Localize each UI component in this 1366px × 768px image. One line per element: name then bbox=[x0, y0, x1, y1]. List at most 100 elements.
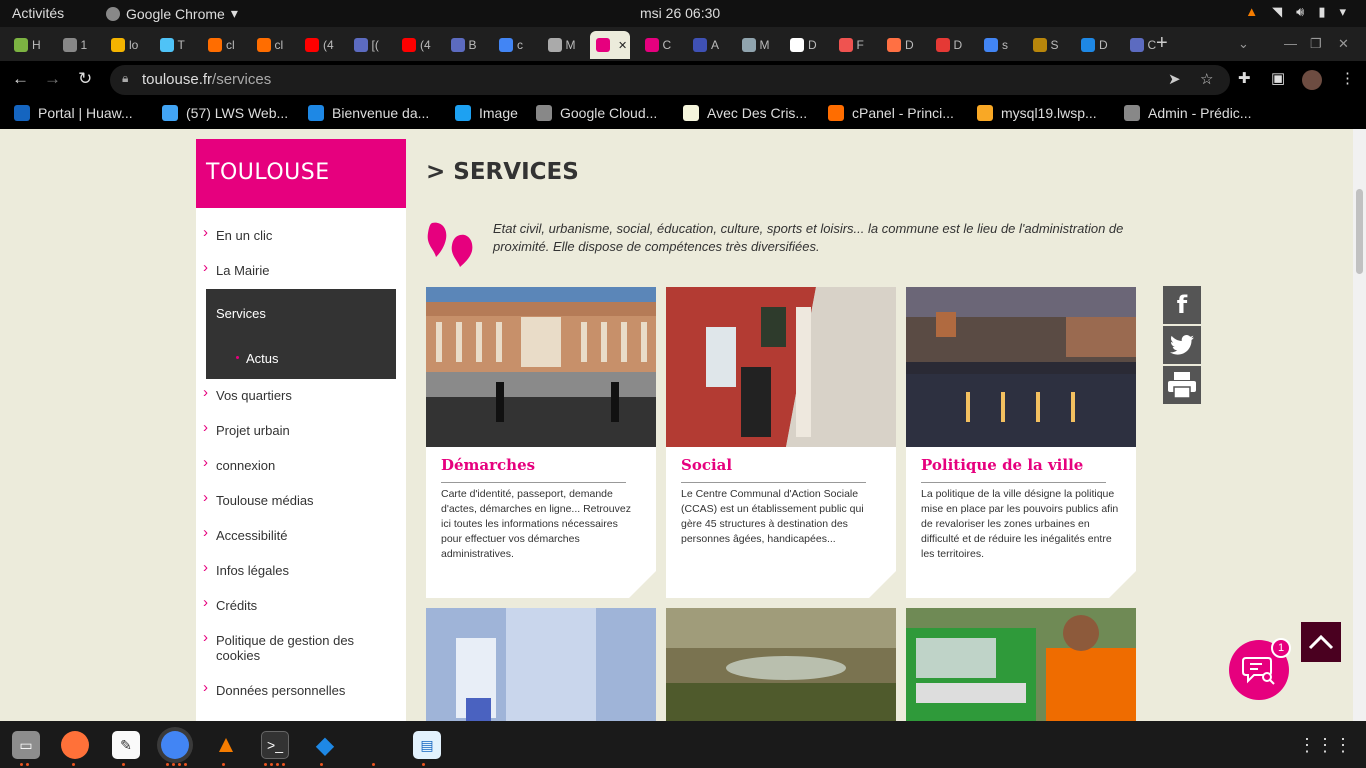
tab[interactable]: C bbox=[639, 31, 683, 59]
tab[interactable]: D bbox=[784, 31, 828, 59]
show-apps-icon[interactable]: ⋮⋮⋮ bbox=[1298, 735, 1352, 756]
bookmark-item[interactable]: mysql19.lwsp... bbox=[977, 105, 1097, 121]
tab[interactable]: T bbox=[154, 31, 198, 59]
chrome-icon[interactable] bbox=[161, 731, 189, 759]
bookmark-item[interactable]: Avec Des Cris... bbox=[683, 105, 807, 121]
service-card-photo-proprete[interactable] bbox=[906, 608, 1136, 721]
facebook-share-button[interactable]: f bbox=[1163, 286, 1201, 324]
vscode-icon[interactable]: ◆ bbox=[311, 731, 339, 759]
chat-widget-button[interactable]: 1 bbox=[1229, 638, 1291, 700]
tab[interactable]: M bbox=[736, 31, 780, 59]
lock-icon[interactable]: 🔒︎ bbox=[122, 71, 128, 86]
tab[interactable]: 1 bbox=[57, 31, 101, 59]
menu-item[interactable]: connexion bbox=[203, 454, 386, 473]
print-button[interactable] bbox=[1163, 366, 1201, 404]
menu-item[interactable]: La Mairie bbox=[203, 259, 386, 278]
page-scrollbar[interactable] bbox=[1353, 129, 1366, 721]
twitter-share-button[interactable] bbox=[1163, 326, 1201, 364]
service-card-politique-ville[interactable]: Politique de la ville La politique de la… bbox=[906, 287, 1136, 598]
forward-icon[interactable]: → bbox=[44, 69, 61, 89]
tab[interactable]: H bbox=[8, 31, 52, 59]
extensions-icon[interactable]: ✚ bbox=[1238, 69, 1251, 87]
tab[interactable]: M bbox=[542, 31, 586, 59]
avatar[interactable] bbox=[1302, 70, 1322, 90]
scrollbar-thumb[interactable] bbox=[1356, 189, 1363, 274]
tab[interactable]: (4 bbox=[299, 31, 343, 59]
firefox-icon[interactable] bbox=[61, 731, 89, 759]
bookmark-item[interactable]: cPanel - Princi... bbox=[828, 105, 954, 121]
service-card-photo-nature[interactable] bbox=[666, 608, 896, 721]
menu-item[interactable]: Accessibilité bbox=[203, 524, 386, 543]
clock[interactable]: msi 26 06:30 bbox=[640, 5, 720, 21]
tab[interactable]: D bbox=[1075, 31, 1119, 59]
reload-icon[interactable]: ↻ bbox=[78, 69, 92, 89]
volume-icon[interactable]: 🔊︎ bbox=[1296, 4, 1304, 20]
service-card-demarches[interactable]: Démarches Carte d'identité, passeport, d… bbox=[426, 287, 656, 598]
tab-active[interactable]: ✕ bbox=[590, 31, 630, 59]
maximize-icon[interactable]: ❐ bbox=[1310, 36, 1322, 52]
menu-item[interactable]: En un clic bbox=[203, 224, 386, 243]
tab[interactable]: cl bbox=[202, 31, 246, 59]
new-tab-button[interactable]: + bbox=[1156, 32, 1168, 55]
document-viewer-icon[interactable]: ▤ bbox=[413, 731, 441, 759]
card-title[interactable]: Démarches bbox=[441, 456, 535, 474]
address-bar[interactable]: 🔒︎ toulouse.fr/services ➤ ☆ bbox=[110, 65, 1230, 95]
tab[interactable]: D bbox=[930, 31, 974, 59]
tab[interactable]: S bbox=[1027, 31, 1071, 59]
tab[interactable]: F bbox=[833, 31, 877, 59]
send-icon[interactable]: ➤ bbox=[1168, 70, 1181, 88]
battery-icon[interactable]: ▮ bbox=[1318, 4, 1325, 20]
vlc-tray-icon[interactable]: ▲ bbox=[1245, 4, 1258, 20]
tab-close-icon[interactable]: ✕ bbox=[618, 39, 627, 52]
tab[interactable]: s bbox=[978, 31, 1022, 59]
bookmark-item[interactable]: Portal | Huaw... bbox=[14, 105, 133, 121]
submenu-item-actus[interactable]: Actus bbox=[246, 351, 279, 366]
card-title[interactable]: Politique de la ville bbox=[921, 456, 1083, 474]
menu-item-label: connexion bbox=[216, 458, 276, 473]
terminal-icon[interactable]: >_ bbox=[261, 731, 289, 759]
menu-item[interactable]: Données personnelles bbox=[203, 679, 386, 698]
vlc-icon[interactable]: ▲ bbox=[212, 731, 240, 759]
menu-item[interactable]: Politique de gestion des cookies bbox=[203, 629, 386, 663]
minimize-icon[interactable]: — bbox=[1284, 36, 1297, 51]
chevron-down-icon[interactable]: ▾ bbox=[1339, 4, 1346, 20]
tab[interactable]: lo bbox=[105, 31, 149, 59]
menu-item-services[interactable]: Services bbox=[216, 306, 266, 321]
tab[interactable]: D bbox=[881, 31, 925, 59]
app-menu[interactable]: Google Chrome ▾ bbox=[106, 5, 238, 22]
tab-search-icon[interactable]: ⌄ bbox=[1238, 36, 1249, 52]
activities-button[interactable]: Activités bbox=[12, 5, 64, 21]
bookmark-star-icon[interactable]: ☆ bbox=[1200, 70, 1213, 88]
back-icon[interactable]: ← bbox=[12, 69, 29, 89]
menu-item[interactable]: Projet urbain bbox=[203, 419, 386, 438]
bookmark-item[interactable]: (57) LWS Web... bbox=[162, 105, 288, 121]
menu-item[interactable]: Toulouse médias bbox=[203, 489, 386, 508]
tab[interactable]: (4 bbox=[396, 31, 440, 59]
tab[interactable]: c bbox=[493, 31, 537, 59]
menu-item[interactable]: Infos légales bbox=[203, 559, 386, 578]
bookmark-item[interactable]: Bienvenue da... bbox=[308, 105, 429, 121]
site-logo[interactable]: TOULOUSE bbox=[196, 139, 406, 208]
bookmark-item[interactable]: Image bbox=[455, 105, 518, 121]
tab[interactable]: A bbox=[687, 31, 731, 59]
text-editor-icon[interactable]: ✎ bbox=[112, 731, 140, 759]
files-icon[interactable]: ▭ bbox=[12, 731, 40, 759]
url-text[interactable]: toulouse.fr/services bbox=[142, 71, 271, 88]
close-icon[interactable]: ✕ bbox=[1338, 36, 1349, 52]
wifi-icon[interactable]: ◥ bbox=[1272, 4, 1282, 20]
menu-item-active[interactable]: Services Actus bbox=[206, 289, 396, 379]
service-card-social[interactable]: Social Le Centre Communal d'Action Socia… bbox=[666, 287, 896, 598]
system-tray[interactable]: ▲ ◥ 🔊︎ ▮ ▾ bbox=[1245, 4, 1346, 20]
menu-item[interactable]: Vos quartiers bbox=[203, 384, 386, 403]
bookmark-item[interactable]: Google Cloud... bbox=[536, 105, 657, 121]
back-to-top-button[interactable] bbox=[1301, 622, 1341, 662]
tab[interactable]: cl bbox=[251, 31, 295, 59]
card-title[interactable]: Social bbox=[681, 456, 732, 474]
tab[interactable]: [( bbox=[348, 31, 392, 59]
bookmark-item[interactable]: Admin - Prédic... bbox=[1124, 105, 1251, 121]
tab[interactable]: B bbox=[445, 31, 489, 59]
reading-mode-icon[interactable]: ▣ bbox=[1271, 69, 1285, 87]
menu-kebab-icon[interactable]: ⋮ bbox=[1340, 69, 1355, 87]
menu-item[interactable]: Crédits bbox=[203, 594, 386, 613]
service-card-photo-lab[interactable] bbox=[426, 608, 656, 721]
